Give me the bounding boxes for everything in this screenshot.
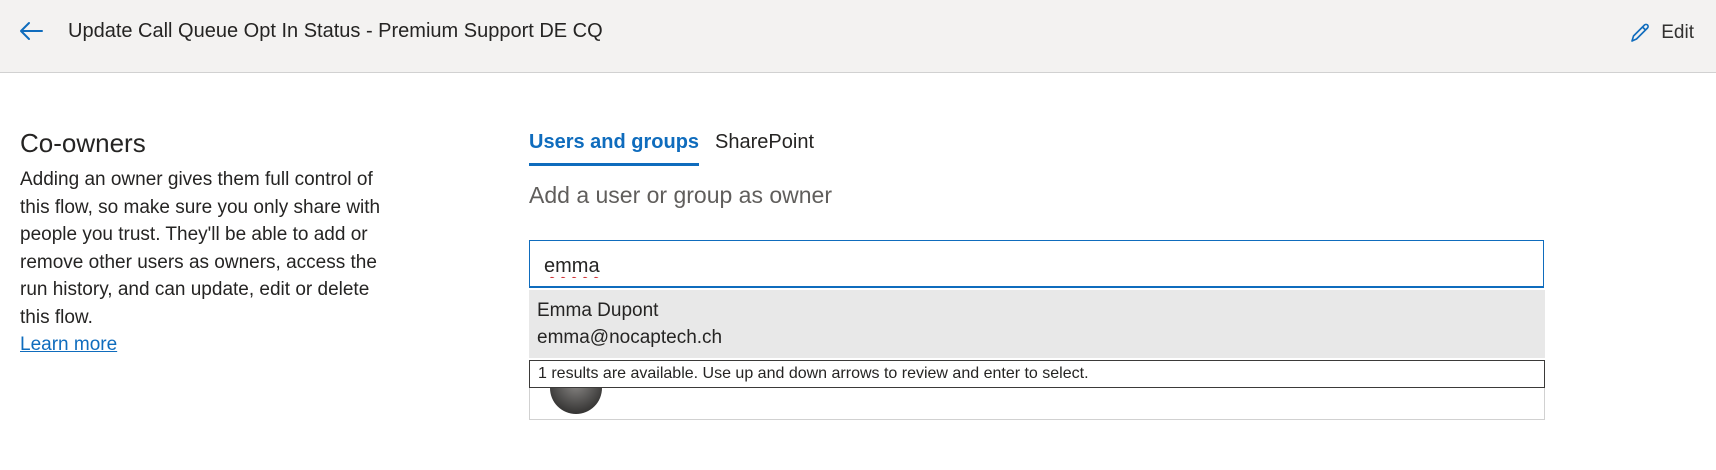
page-title: Update Call Queue Opt In Status - Premiu…	[68, 20, 603, 42]
section-title: Co-owners	[20, 128, 146, 158]
result-name: Emma Dupont	[537, 300, 659, 321]
edit-label: Edit	[1661, 22, 1694, 43]
results-status-message: 1 results are available. Use up and down…	[529, 360, 1545, 388]
arrow-left-icon	[20, 22, 43, 40]
top-bar: Update Call Queue Opt In Status - Premiu…	[0, 0, 1716, 73]
search-result-item[interactable]: Emma Dupont emma@nocaptech.ch	[529, 290, 1545, 358]
learn-more-link[interactable]: Learn more	[20, 331, 117, 358]
tab-users-and-groups[interactable]: Users and groups	[529, 126, 700, 166]
owner-type-tabs: Users and groups SharePoint	[529, 126, 830, 166]
owners-list	[529, 388, 1545, 420]
avatar	[550, 388, 602, 414]
pencil-icon	[1631, 23, 1650, 42]
result-email: emma@nocaptech.ch	[537, 327, 723, 348]
co-owners-section: Co-owners Adding an owner gives them ful…	[20, 126, 390, 358]
owner-search-input[interactable]	[542, 250, 1526, 282]
back-button[interactable]	[14, 14, 48, 48]
section-description: Adding an owner gives them full control …	[20, 169, 381, 328]
owner-search-box[interactable]	[529, 240, 1544, 288]
add-owner-label: Add a user or group as owner	[529, 182, 833, 208]
tab-sharepoint[interactable]: SharePoint	[715, 126, 814, 163]
edit-button[interactable]: Edit	[1629, 16, 1716, 50]
